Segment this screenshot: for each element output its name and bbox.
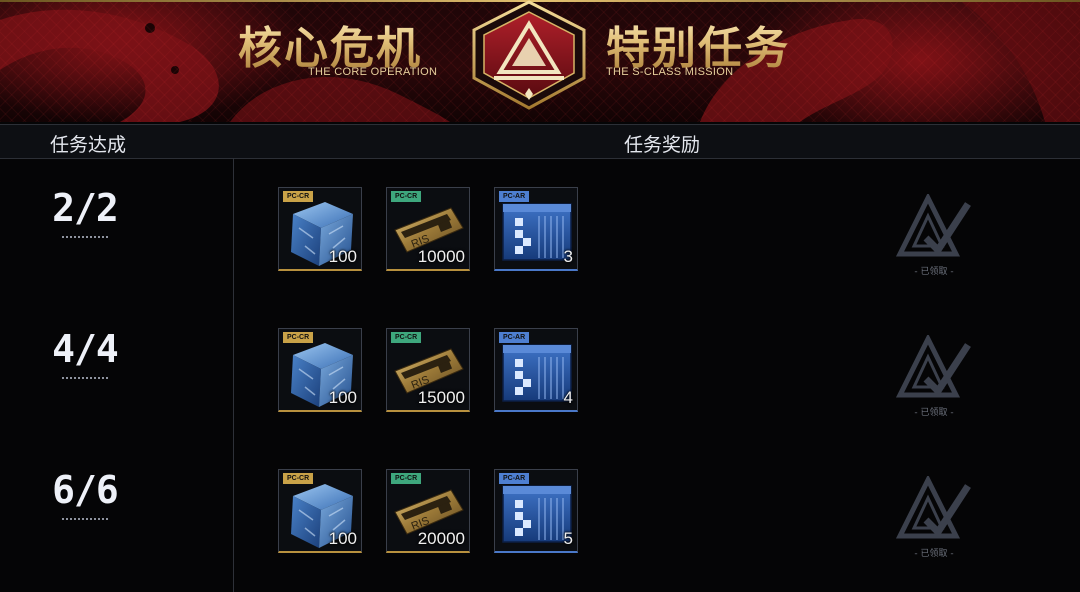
reward-tag: PC-AR [499, 191, 530, 202]
claimed-check-icon [895, 333, 971, 398]
reward-item-credits[interactable]: RIS PC-CR 10000 [386, 187, 470, 271]
reward-item-crystal[interactable]: PC-CR 100 [278, 187, 362, 271]
mission-row: 2/2 PC-CR 100 RIS PC-CR 10000 PC-AR 3 - … [0, 158, 1080, 299]
reward-item-crystal[interactable]: PC-CR 100 [278, 328, 362, 412]
claimed-status: - 已领取 - [895, 474, 972, 562]
event-banner: 核心危机 THE CORE OPERATION 特别任务 THE S-CLASS… [0, 0, 1080, 122]
mission-emblem-icon [472, 0, 586, 110]
reward-tag: PC-AR [499, 473, 530, 484]
mission-row: 4/4 PC-CR 100 RIS PC-CR 15000 PC-AR 4 - … [0, 299, 1080, 440]
reward-item-credits[interactable]: RIS PC-CR 20000 [386, 469, 470, 553]
claimed-status: - 已领取 - [895, 192, 972, 280]
claimed-label: - 已领取 - [914, 408, 954, 418]
reward-tag: PC-CR [391, 473, 422, 484]
mission-progress: 6/6 [52, 468, 119, 512]
event-subtitle-right: THE S-CLASS MISSION [606, 66, 734, 78]
reward-item-credits[interactable]: RIS PC-CR 15000 [386, 328, 470, 412]
reward-tag: PC-CR [283, 473, 314, 484]
reward-tag: PC-CR [283, 332, 314, 343]
reward-tag: PC-AR [499, 332, 530, 343]
mission-progress: 2/2 [52, 186, 119, 230]
claimed-label: - 已领取 - [914, 267, 954, 277]
progress-underline [62, 518, 108, 520]
reward-item-crate[interactable]: PC-AR 3 [494, 187, 578, 271]
reward-quantity: 5 [563, 529, 573, 548]
reward-quantity: 20000 [417, 529, 465, 548]
progress-column-header: 任务达成 [50, 134, 127, 156]
rewards-column-header: 任务奖励 [624, 134, 701, 156]
reward-tag: PC-CR [391, 191, 422, 202]
claimed-status: - 已领取 - [895, 333, 972, 421]
reward-item-crate[interactable]: PC-AR 4 [494, 328, 578, 412]
reward-tag: PC-CR [283, 191, 314, 202]
reward-quantity: 15000 [417, 388, 465, 407]
reward-quantity: 3 [563, 247, 573, 266]
claimed-label: - 已领取 - [914, 549, 954, 559]
reward-quantity: 10000 [417, 247, 465, 266]
reward-quantity: 100 [328, 529, 357, 548]
progress-underline [62, 236, 108, 238]
claimed-check-icon [895, 474, 971, 539]
event-subtitle-left: THE CORE OPERATION [308, 66, 438, 78]
reward-item-crystal[interactable]: PC-CR 100 [278, 469, 362, 553]
table-header: 任务达成 任务奖励 [0, 124, 1080, 159]
reward-quantity: 4 [563, 388, 573, 407]
reward-quantity: 100 [328, 388, 357, 407]
claimed-check-icon [895, 192, 971, 257]
reward-item-crate[interactable]: PC-AR 5 [494, 469, 578, 553]
reward-quantity: 100 [328, 247, 357, 266]
progress-underline [62, 377, 108, 379]
reward-tag: PC-CR [391, 332, 422, 343]
mission-progress: 4/4 [52, 327, 119, 371]
mission-row: 6/6 PC-CR 100 RIS PC-CR 20000 PC-AR 5 - … [0, 440, 1080, 581]
